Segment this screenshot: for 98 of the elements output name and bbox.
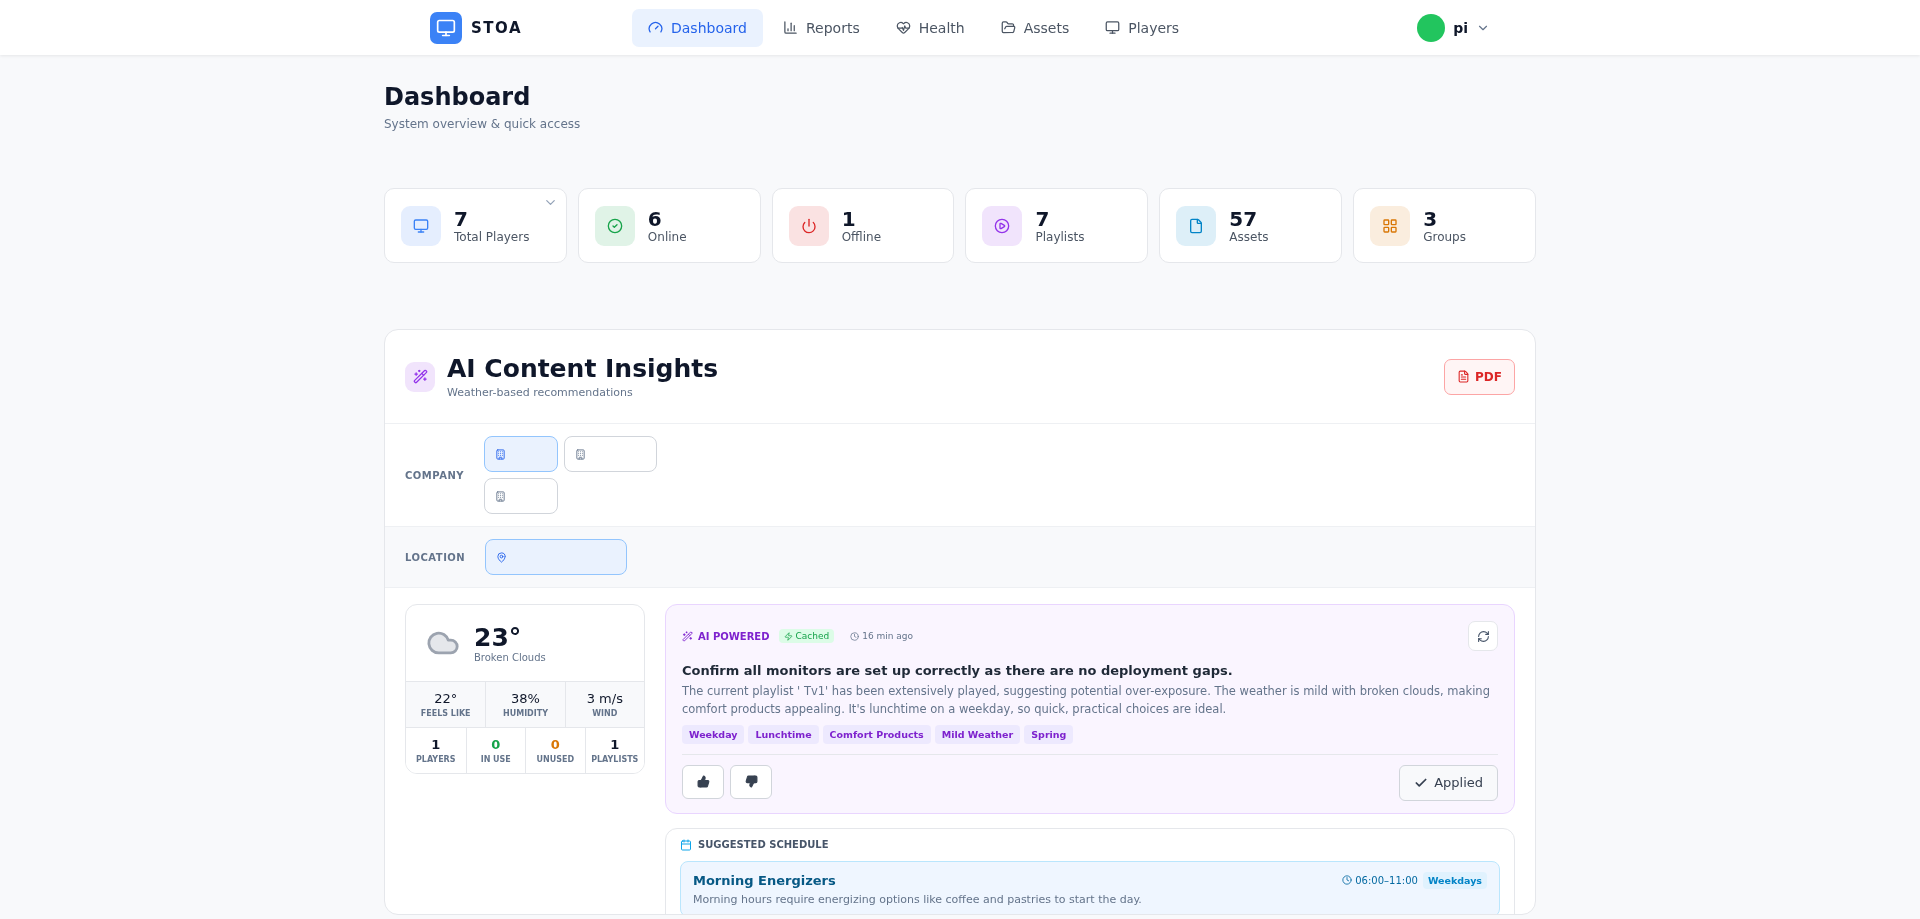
stat-label: Groups [1423,229,1466,244]
nav-tab[interactable]: Dashboard [632,8,763,47]
play-icon [994,217,1011,234]
power-icon [800,217,817,234]
company-chip[interactable] [564,436,658,472]
filter-label: COMPANY [405,469,465,481]
refresh-icon [1476,629,1490,643]
tag: Weekday [682,724,745,744]
weather-label: WIND [591,709,619,718]
count-label: PLAYLISTS [590,755,640,764]
clock-icon [1342,875,1353,886]
nav-tab[interactable]: Assets [984,8,1086,47]
location-chip[interactable] [485,539,628,575]
tag: Spring [1024,724,1074,744]
ai-powered-label: AI POWERED [682,630,770,642]
refresh-button[interactable] [1468,621,1498,651]
page-subtitle: System overview & quick access [384,117,582,131]
temperature: 23° [474,623,523,652]
count-label: UNUSED [535,755,576,764]
monitor-icon [1105,20,1121,35]
count-value: 0 [490,737,502,752]
brand-name: STOA [471,18,522,37]
heart-pulse-icon [895,20,911,35]
grid-icon [1382,217,1399,234]
nav-tab[interactable]: Reports [766,8,876,47]
stat-value: 7 [454,207,469,230]
monitor-icon [413,217,429,234]
calendar-icon [680,838,692,851]
building-icon [495,490,507,502]
schedule-title: SUGGESTED SCHEDULE [698,839,829,851]
weather-label: HUMIDITY [502,709,549,718]
map-pin-icon [496,551,508,563]
tag: Mild Weather [934,724,1021,744]
stat-label: Assets [1229,229,1269,244]
stat-value: 3 [1423,207,1439,230]
thumbs-up-icon [696,775,710,789]
weather-condition: Broken Clouds [474,652,546,663]
folder-icon [1000,20,1016,35]
stat-value: 57 [1229,207,1259,230]
weather-value: 22° [433,691,459,706]
company-chip[interactable] [484,478,559,514]
insights-subtitle: Weather-based recommendations [447,386,634,399]
pdf-file-icon [1457,370,1471,383]
stat-card[interactable]: 7 Playlists [965,188,1149,263]
count-value: 0 [549,737,561,752]
stat-card[interactable]: 3 Groups [1353,188,1536,263]
stat-label: Online [647,229,687,244]
avatar[interactable] [1417,13,1446,42]
stat-card[interactable]: 1 Offline [771,188,955,263]
schedule-name: Morning Energizers [693,872,836,888]
stat-label: Offline [841,229,882,244]
stat-value: 1 [841,207,857,230]
company-chip[interactable] [484,436,559,472]
magic-wand-icon [682,630,693,642]
building-icon [575,448,587,460]
stat-card[interactable]: 57 Assets [1159,188,1343,263]
building-icon [495,448,507,460]
stat-value: 6 [647,207,663,230]
stat-value: 7 [1035,207,1051,230]
filter-label: LOCATION [405,551,466,563]
check-circle-icon [606,217,623,234]
applied-button[interactable]: Applied [1399,764,1498,801]
page-title: Dashboard [384,83,532,111]
thumbs-down-button[interactable] [730,764,772,799]
insights-title: AI Content Insights [447,354,719,383]
monitor-logo-icon [430,11,462,44]
count-label: PLAYERS [414,755,457,764]
gauge-icon [648,20,663,35]
count-value: 1 [609,737,621,752]
file-icon [1188,217,1205,234]
user-name[interactable]: pi [1453,19,1468,36]
schedule-description: Morning hours require energizing options like coffee and pastries to start the day. [693,892,1143,906]
clock-icon [850,631,860,641]
count-label: IN USE [479,755,512,764]
stat-card[interactable]: 7 Total Players [384,188,567,263]
count-value: 1 [430,737,442,752]
tag: Lunchtime [748,724,819,744]
weather-label: FEELS LIKE [419,709,472,718]
thumbs-down-icon [744,775,758,789]
bar-chart-icon [782,20,798,35]
weather-value: 38% [510,691,541,706]
tag: Comfort Products [822,724,931,744]
recommendation-headline: Confirm all monitors are set up correctly as there are no deployment gaps. [682,663,1234,678]
recommendation-text: The current playlist ' Tv1' has been extensively played, suggesting potential over-exposure. The weather is mild with broken clouds, making comfort products appealing. It's lunchtime on a weekday, so quick, practical choices are ideal. [682,683,1491,718]
timestamp: 16 min ago [850,631,914,641]
stat-label: Playlists [1035,229,1085,244]
nav-tab[interactable]: Players [1089,8,1196,47]
stat-label: Total Players [454,229,530,244]
lightning-icon [784,631,794,641]
schedule-time: 06:00–11:00 [1342,874,1418,886]
magic-wand-icon [405,361,435,392]
stat-card[interactable]: 6 Online [577,188,761,263]
weather-value: 3 m/s [585,691,624,706]
nav-tab[interactable]: Health [879,8,981,47]
schedule-days: Weekdays [1422,871,1487,889]
pdf-button[interactable]: PDF [1444,358,1515,395]
thumbs-up-button[interactable] [682,764,724,799]
cached-badge: Cached [779,629,835,643]
